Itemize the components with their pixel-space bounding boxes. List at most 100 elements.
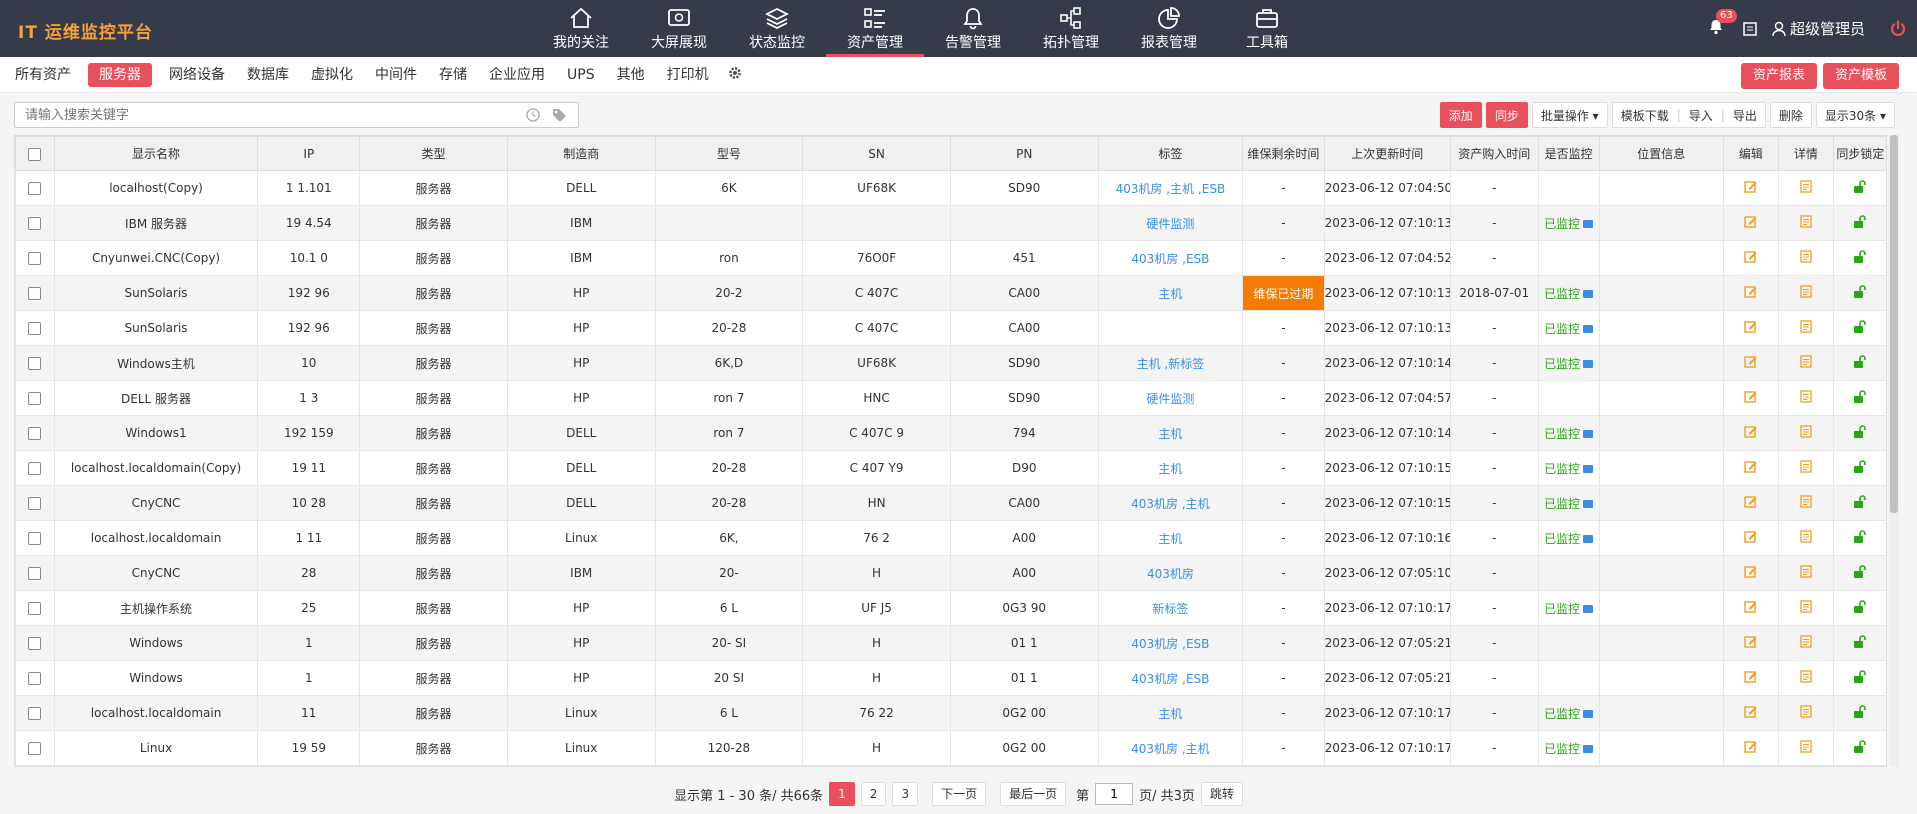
unlock-icon[interactable]	[1853, 495, 1867, 511]
detail-icon[interactable]	[1800, 460, 1812, 476]
table-row[interactable]: CnyCNC 28 服务器 IBM 20- H A00 403机房 -2023-06-12 07…	[15, 555, 1886, 591]
gear-icon[interactable]	[728, 66, 742, 84]
detail-icon[interactable]	[1800, 285, 1812, 301]
cell-tags[interactable]: 主机	[1097, 275, 1244, 311]
table-row[interactable]: Cnyunwei.CNC(Copy) 10.1 0 服务器 IBM ron 76O0F 45…	[15, 240, 1886, 276]
detail-icon[interactable]	[1800, 250, 1812, 266]
unlock-icon[interactable]	[1853, 705, 1867, 721]
edit-icon[interactable]	[1744, 181, 1757, 196]
unlock-icon[interactable]	[1853, 180, 1867, 196]
tag-icon[interactable]	[552, 108, 570, 122]
row-checkbox[interactable]	[28, 322, 42, 335]
table-row[interactable]: Windows 1 服务器 HP 20 SI H 01 1 403机房 ,ESB -2023-0…	[15, 660, 1886, 696]
edit-icon[interactable]	[1744, 251, 1757, 266]
table-row[interactable]: SunSolaris 192 96 服务器 HP 20-2 C 407C CA00 主机 维保已…	[15, 275, 1886, 311]
detail-icon[interactable]	[1800, 530, 1812, 546]
import-button[interactable]: 导入	[1681, 107, 1721, 124]
unlock-icon[interactable]	[1853, 530, 1867, 546]
cell-tags[interactable]: 硬件监测	[1097, 380, 1244, 416]
edit-icon[interactable]	[1744, 741, 1757, 756]
category-tab-10[interactable]: 打印机	[656, 63, 720, 87]
detail-icon[interactable]	[1800, 180, 1812, 196]
nav-item-2[interactable]: 状态监控	[728, 0, 826, 57]
page-button-2[interactable]: 2	[860, 782, 887, 806]
nav-item-0[interactable]: 我的关注	[532, 0, 630, 57]
table-row[interactable]: IBM 服务器 19 4.54 服务器 IBM 硬件监测 -2023-06-12 07:1…	[15, 205, 1886, 241]
search-input[interactable]	[15, 104, 526, 126]
cell-tags[interactable]: 主机	[1097, 695, 1244, 731]
category-tab-5[interactable]: 中间件	[364, 63, 428, 87]
category-tab-4[interactable]: 虚拟化	[300, 63, 364, 87]
cell-tags[interactable]: 403机房 ,主机 ,ESB	[1097, 170, 1244, 206]
detail-icon[interactable]	[1800, 320, 1812, 336]
edit-icon[interactable]	[1744, 601, 1757, 616]
nav-item-3[interactable]: 资产管理	[826, 0, 924, 57]
page-button-1[interactable]: 1	[829, 782, 855, 806]
asset-template-button[interactable]: 资产模板	[1822, 63, 1899, 89]
category-tab-9[interactable]: 其他	[606, 63, 656, 87]
cell-tags[interactable]	[1097, 310, 1244, 346]
goto-page-input[interactable]	[1095, 783, 1134, 805]
row-checkbox[interactable]	[28, 287, 42, 300]
row-checkbox[interactable]	[28, 217, 42, 230]
alert-bell[interactable]: 63	[1708, 8, 1737, 39]
row-checkbox[interactable]	[28, 392, 42, 405]
scrollbar-thumb[interactable]	[1890, 135, 1898, 513]
last-page-button[interactable]: 最后一页	[1000, 782, 1067, 806]
monitor-icon[interactable]	[1583, 745, 1594, 753]
select-all-cell[interactable]	[15, 136, 55, 171]
row-checkbox[interactable]	[28, 532, 42, 545]
unlock-icon[interactable]	[1853, 565, 1867, 581]
unlock-icon[interactable]	[1853, 600, 1867, 616]
detail-icon[interactable]	[1800, 425, 1812, 441]
category-tab-1[interactable]: 服务器	[88, 62, 152, 87]
category-tab-0[interactable]: 所有资产	[4, 63, 82, 87]
row-checkbox[interactable]	[28, 742, 42, 755]
detail-icon[interactable]	[1800, 390, 1812, 406]
cell-tags[interactable]: 硬件监测	[1097, 205, 1244, 241]
detail-icon[interactable]	[1800, 495, 1812, 511]
detail-icon[interactable]	[1800, 215, 1812, 231]
monitor-icon[interactable]	[1583, 500, 1594, 508]
category-tab-3[interactable]: 数据库	[236, 63, 300, 87]
user-menu[interactable]: 超级管理员	[1742, 18, 1865, 39]
cell-tags[interactable]: 主机 ,新标签	[1097, 345, 1244, 381]
cell-tags[interactable]: 主机	[1097, 520, 1244, 556]
table-row[interactable]: Windows主机 10 服务器 HP 6K,D UF68K SD90 主机 ,新标签 -202…	[15, 345, 1886, 381]
edit-icon[interactable]	[1744, 671, 1757, 686]
cell-tags[interactable]: 403机房 ,ESB	[1097, 625, 1244, 661]
detail-icon[interactable]	[1800, 600, 1812, 616]
unlock-icon[interactable]	[1853, 355, 1867, 371]
monitor-icon[interactable]	[1583, 430, 1594, 438]
nav-item-7[interactable]: 工具箱	[1218, 0, 1316, 57]
edit-icon[interactable]	[1744, 461, 1757, 476]
history-icon[interactable]	[526, 108, 544, 122]
table-scrollbar[interactable]	[1889, 135, 1899, 767]
monitor-icon[interactable]	[1583, 290, 1594, 298]
detail-icon[interactable]	[1800, 355, 1812, 371]
edit-icon[interactable]	[1744, 321, 1757, 336]
table-row[interactable]: Linux 19 59 服务器 Linux 120-28 H 0G2 00 403机房 ,主机…	[15, 730, 1886, 766]
edit-icon[interactable]	[1744, 496, 1757, 511]
unlock-icon[interactable]	[1853, 670, 1867, 686]
table-row[interactable]: Windows 1 服务器 HP 20- SI H 01 1 403机房 ,ESB -2023-…	[15, 625, 1886, 661]
monitor-icon[interactable]	[1583, 360, 1594, 368]
table-row[interactable]: CnyCNC 10 28 服务器 DELL 20-28 HN CA00 403机房 ,主机 -2…	[15, 485, 1886, 521]
unlock-icon[interactable]	[1853, 635, 1867, 651]
category-tab-8[interactable]: UPS	[556, 63, 606, 87]
table-row[interactable]: DELL 服务器 1 3 服务器 HP ron 7 HNC SD90 硬件监测 -2023-06…	[15, 380, 1886, 416]
edit-icon[interactable]	[1744, 426, 1757, 441]
edit-icon[interactable]	[1744, 531, 1757, 546]
cell-tags[interactable]: 主机	[1097, 450, 1244, 486]
edit-icon[interactable]	[1744, 636, 1757, 651]
detail-icon[interactable]	[1800, 635, 1812, 651]
next-page-button[interactable]: 下一页	[932, 782, 987, 806]
row-checkbox[interactable]	[28, 462, 42, 475]
edit-icon[interactable]	[1744, 356, 1757, 371]
edit-icon[interactable]	[1744, 391, 1757, 406]
table-row[interactable]: Windows1 192 159 服务器 DELL ron 7C 407C 9 794 主机…	[15, 415, 1886, 451]
table-row[interactable]: localhost.localdomain(Copy) 19 11 服务器 DELL 2…	[15, 450, 1886, 486]
nav-item-4[interactable]: 告警管理	[924, 0, 1022, 57]
unlock-icon[interactable]	[1853, 285, 1867, 301]
select-all-checkbox[interactable]	[28, 147, 42, 161]
